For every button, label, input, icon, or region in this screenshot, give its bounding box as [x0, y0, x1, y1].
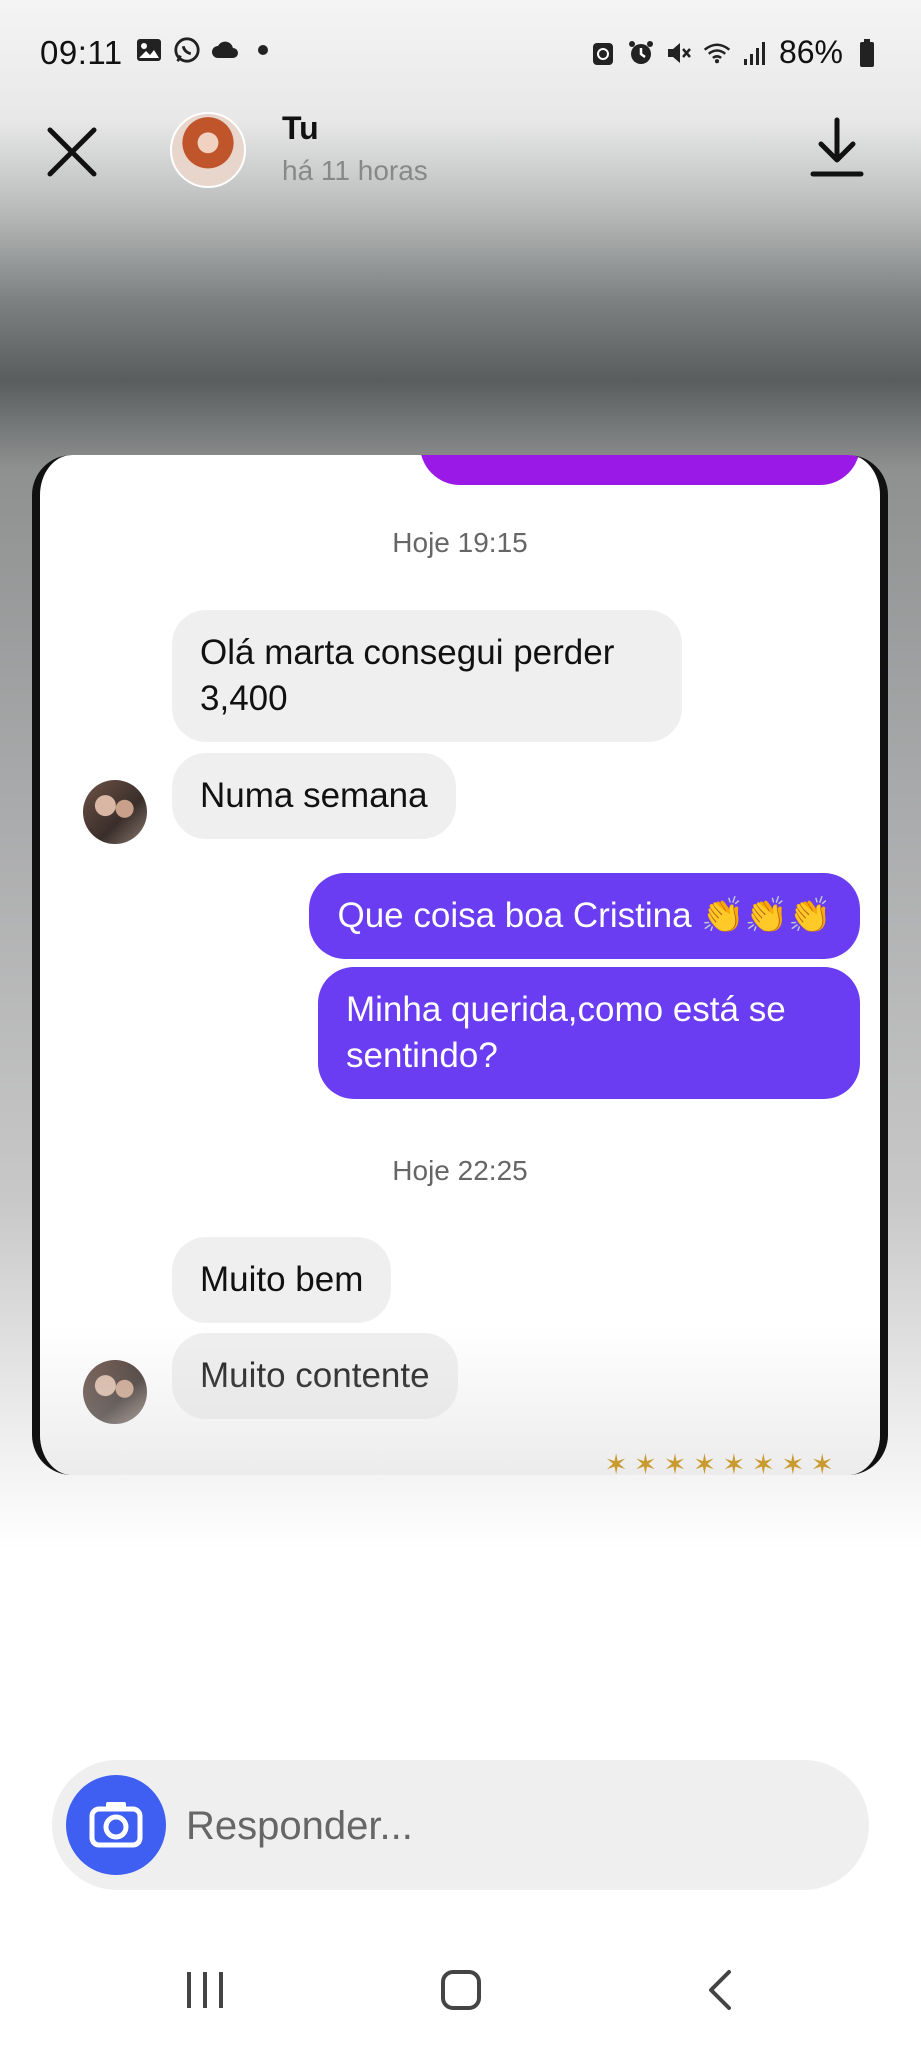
story-username[interactable]: Tu [282, 110, 319, 147]
recycle-icon [589, 39, 617, 67]
image-icon [135, 36, 163, 64]
close-icon [47, 127, 97, 177]
outgoing-message: Que coisa boa Cristina 👏👏👏 [309, 873, 860, 959]
mute-icon [665, 39, 693, 67]
chat-timestamp: Hoje 22:25 [392, 1155, 528, 1186]
camera-icon [89, 1802, 143, 1848]
system-nav-bar [0, 1930, 921, 2048]
back-icon [709, 1970, 731, 2010]
signal-icon [741, 39, 769, 67]
dot-icon [249, 36, 277, 64]
wifi-icon [703, 39, 731, 67]
home-icon [441, 1970, 481, 2010]
story-header: Tu há 11 horas [0, 100, 921, 210]
sparkle-icon: ✶✶✶✶✶✶✶✶ [604, 1449, 840, 1475]
battery-percent: 86% [778, 34, 843, 70]
reply-bar [52, 1760, 869, 1892]
incoming-message: Muito bem [172, 1237, 392, 1323]
cloud-icon [211, 36, 239, 64]
download-button[interactable] [809, 116, 865, 180]
notification-icons [135, 36, 277, 64]
reply-input[interactable] [184, 1760, 808, 1892]
camera-button[interactable] [66, 1775, 166, 1875]
back-button[interactable] [686, 1960, 756, 2020]
outgoing-message: Minha querida,como está se sentindo? [318, 967, 860, 1099]
story-avatar[interactable] [170, 112, 246, 188]
close-button[interactable] [42, 122, 102, 182]
home-button[interactable] [426, 1960, 496, 2020]
status-time: 09:11 [40, 34, 123, 71]
chat-timestamp: Hoje 19:15 [392, 527, 528, 558]
status-bar: 09:11 86% [0, 0, 921, 100]
recent-apps-icon [187, 1972, 223, 2008]
sender-avatar [83, 780, 147, 844]
whatsapp-icon [173, 36, 201, 64]
incoming-message: Numa semana [172, 753, 456, 839]
battery-icon [853, 38, 881, 67]
system-icons: 86% [589, 34, 881, 71]
previous-message-bubble [420, 455, 860, 485]
story-time-ago: há 11 horas [282, 155, 428, 186]
incoming-message: Muito contente [172, 1333, 458, 1419]
incoming-message: Olá marta consegui perder 3,400 [172, 610, 682, 742]
alarm-icon [627, 39, 655, 67]
sender-avatar [83, 1360, 147, 1424]
story-card: Hoje 19:15 Olá marta consegui perder 3,4… [32, 455, 888, 1475]
recent-apps-button[interactable] [170, 1960, 240, 2020]
download-icon [810, 117, 864, 177]
